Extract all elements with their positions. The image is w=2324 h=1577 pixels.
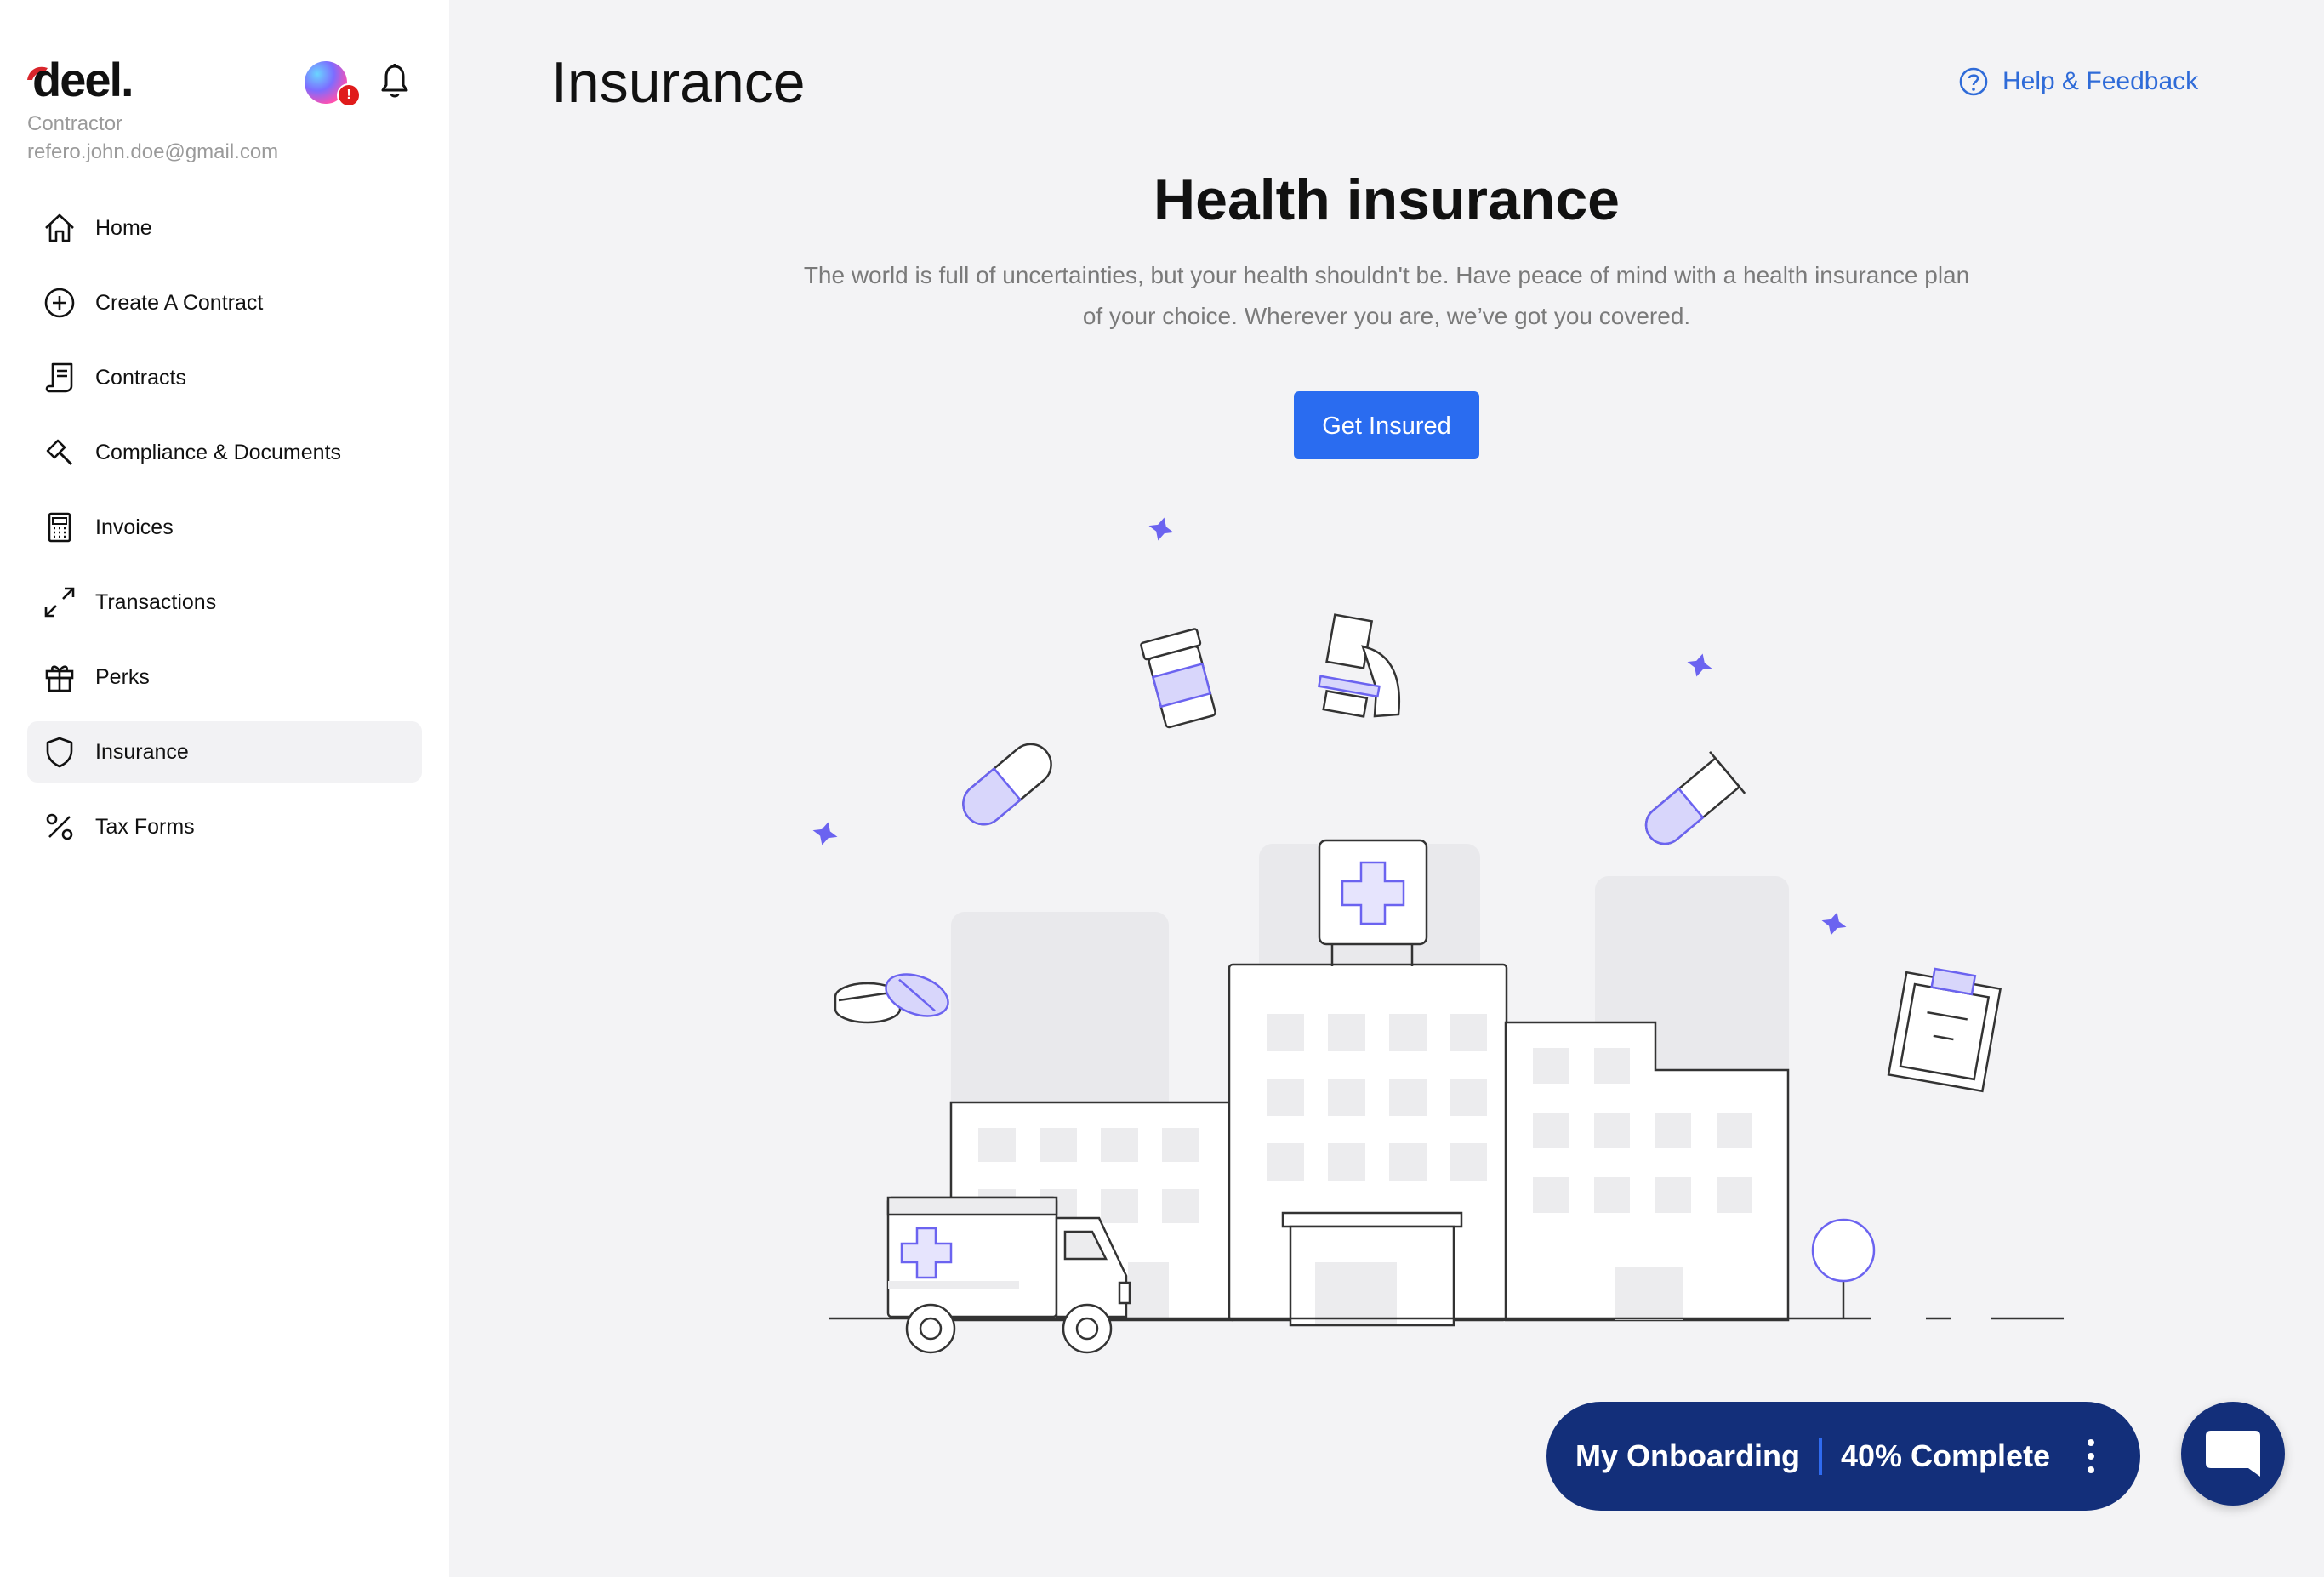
percent-icon — [41, 808, 78, 845]
main-content: Insurance Help & Feedback Health insuran… — [449, 0, 2324, 1577]
chat-bubble-icon — [2206, 1431, 2260, 1477]
help-feedback-label: Help & Feedback — [2002, 67, 2199, 95]
sidebar-item-label: Tax Forms — [95, 814, 195, 839]
page-title: Insurance — [551, 50, 806, 115]
test-tube-icon — [1644, 750, 1746, 845]
pill-bottle-icon — [1140, 628, 1216, 729]
hero-description: The world is full of uncertainties, but … — [803, 262, 1970, 329]
sidebar-item-create-contract[interactable]: Create A Contract — [27, 272, 422, 333]
user-role: Contractor — [27, 112, 123, 135]
sidebar-item-label: Compliance & Documents — [95, 440, 342, 464]
user-email: refero.john.doe@gmail.com — [27, 140, 279, 163]
hospital-entrance — [1281, 1211, 1463, 1327]
home-icon — [41, 209, 78, 247]
sidebar-item-label: Contracts — [95, 365, 186, 390]
sidebar-item-perks[interactable]: Perks — [27, 646, 422, 708]
sidebar-item-tax-forms[interactable]: Tax Forms — [27, 796, 422, 857]
sidebar-nav: Home Create A Contract Contracts Complia… — [27, 197, 422, 871]
deel-logo[interactable]: deel. — [27, 53, 155, 107]
tree — [1811, 1218, 1876, 1318]
onboarding-progress-text: 40% Complete — [1841, 1438, 2051, 1473]
hero-title: Health insurance — [1153, 168, 1620, 232]
onboarding-divider — [1819, 1438, 1822, 1475]
tablets-icon — [834, 973, 949, 1024]
shield-icon — [41, 733, 78, 771]
ambulance — [886, 1196, 1131, 1354]
hospital-illustration — [812, 517, 2064, 1354]
sidebar-item-label: Transactions — [95, 589, 217, 614]
plus-circle-icon — [41, 284, 78, 322]
get-insured-button[interactable]: Get Insured — [1294, 391, 1479, 459]
clipboard-icon — [1887, 967, 2002, 1093]
sidebar-item-invoices[interactable]: Invoices — [27, 497, 422, 558]
scroll-icon — [41, 359, 78, 396]
sidebar-item-label: Create A Contract — [95, 290, 264, 315]
gift-icon — [41, 658, 78, 696]
sidebar-item-label: Perks — [95, 664, 150, 689]
sidebar-item-transactions[interactable]: Transactions — [27, 572, 422, 633]
sidebar-item-home[interactable]: Home — [27, 197, 422, 259]
logo-text: deel. — [32, 53, 134, 106]
kebab-menu-icon[interactable] — [2081, 1439, 2101, 1473]
onboarding-progress-pill[interactable]: My Onboarding 40% Complete — [1546, 1402, 2140, 1511]
arrows-diagonal-icon — [41, 584, 78, 621]
sidebar-item-label: Invoices — [95, 515, 174, 539]
sidebar-item-label: Insurance — [95, 739, 189, 764]
help-circle-icon — [1959, 67, 1988, 96]
gavel-icon — [41, 434, 78, 471]
help-feedback-link[interactable]: Help & Feedback — [1958, 66, 2198, 97]
sidebar-item-label: Home — [95, 215, 152, 240]
bell-icon[interactable] — [379, 63, 410, 100]
calculator-icon — [41, 509, 78, 546]
capsule-icon — [962, 743, 1052, 826]
sidebar-item-compliance[interactable]: Compliance & Documents — [27, 422, 422, 483]
sidebar-item-insurance[interactable]: Insurance — [27, 721, 422, 783]
sidebar-item-contracts[interactable]: Contracts — [27, 347, 422, 408]
onboarding-label: My Onboarding — [1575, 1438, 1800, 1473]
avatar-alert-badge: ! — [337, 83, 361, 107]
microscope-icon — [1317, 613, 1400, 718]
sidebar: deel. Contractor refero.john.doe@gmail.c… — [0, 0, 449, 1577]
chat-launcher-button[interactable] — [2181, 1402, 2285, 1506]
